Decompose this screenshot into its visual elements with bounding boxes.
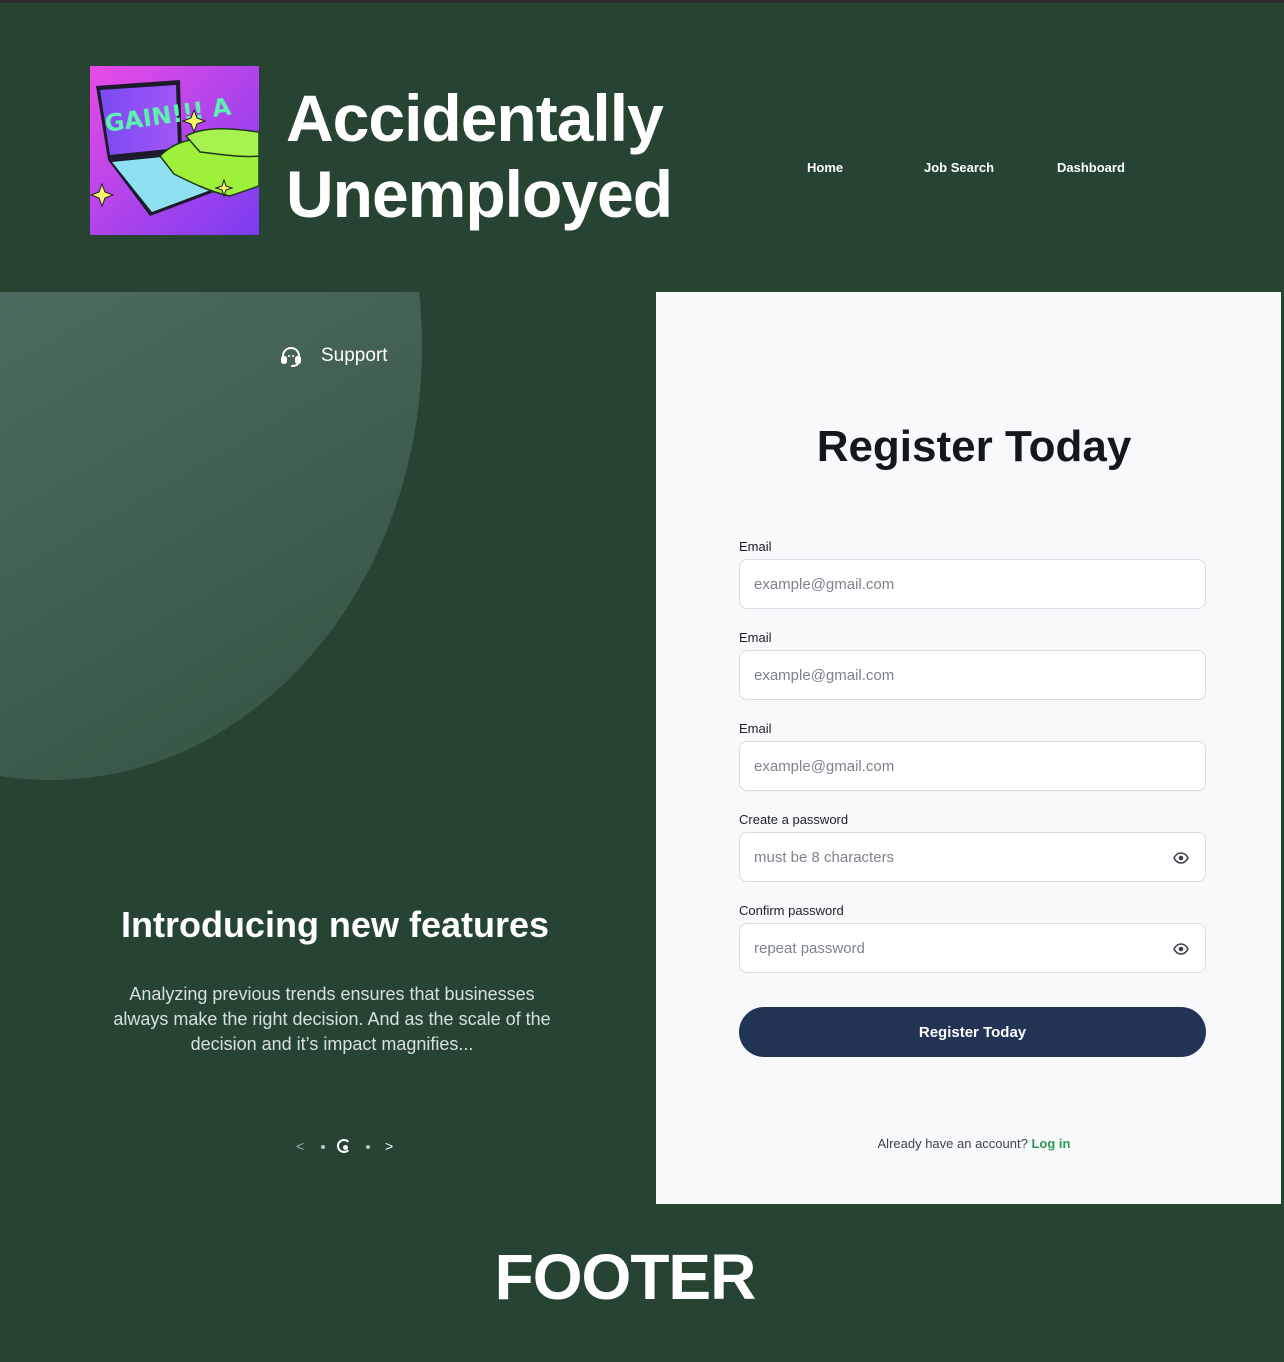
login-prompt-text: Already have an account? (877, 1136, 1028, 1151)
main-nav: Home Job Search Dashboard (0, 160, 1284, 180)
register-button[interactable]: Register Today (739, 1007, 1206, 1057)
nav-job-search[interactable]: Job Search (924, 160, 994, 175)
chevron-right-icon[interactable]: > (385, 1137, 393, 1155)
eye-icon[interactable] (1173, 941, 1189, 957)
password-label: Create a password (739, 812, 849, 827)
confirm-password-field (739, 923, 1206, 973)
pager-dot-active[interactable] (337, 1139, 351, 1153)
register-card: Register Today Email Email Email Create … (656, 292, 1281, 1204)
footer-label: FOOTER (494, 1241, 757, 1313)
email-label-3: Email (739, 721, 772, 736)
login-link[interactable]: Log in (1031, 1136, 1070, 1151)
password-input[interactable] (740, 833, 1205, 881)
email-field-2 (739, 650, 1206, 700)
brand-title: Accidentally Unemployed (286, 80, 706, 232)
login-prompt: Already have an account? Log in (656, 1136, 1284, 1151)
headset-icon (279, 344, 303, 368)
email-label-1: Email (739, 539, 772, 554)
email-field-1 (739, 559, 1206, 609)
promo-panel: Support Introducing new features Analyzi… (0, 292, 656, 1204)
email-input-1[interactable] (740, 560, 1205, 608)
email-input-2[interactable] (740, 651, 1205, 699)
brand-line-1: Accidentally (286, 81, 664, 155)
password-field (739, 832, 1206, 882)
email-label-2: Email (739, 630, 772, 645)
features-title: Introducing new features (120, 904, 550, 945)
features-description: Analyzing previous trends ensures that b… (113, 984, 551, 1054)
eye-icon[interactable] (1173, 850, 1189, 866)
nav-home[interactable]: Home (807, 160, 843, 175)
register-title: Register Today (816, 422, 1132, 471)
confirm-password-label: Confirm password (739, 903, 844, 918)
chevron-left-icon[interactable]: < (296, 1137, 304, 1155)
support-label: Support (321, 345, 388, 366)
email-input-3[interactable] (740, 742, 1205, 790)
nav-dashboard[interactable]: Dashboard (1057, 160, 1125, 175)
support-link[interactable]: Support (279, 344, 388, 368)
email-field-3 (739, 741, 1206, 791)
pager-dot[interactable] (366, 1145, 370, 1149)
top-border (0, 0, 1284, 3)
confirm-password-input[interactable] (740, 924, 1205, 972)
pager-dot[interactable] (321, 1145, 325, 1149)
app-logo[interactable]: GAIN!!! A (90, 66, 259, 235)
carousel-pager: < > (292, 1137, 402, 1157)
